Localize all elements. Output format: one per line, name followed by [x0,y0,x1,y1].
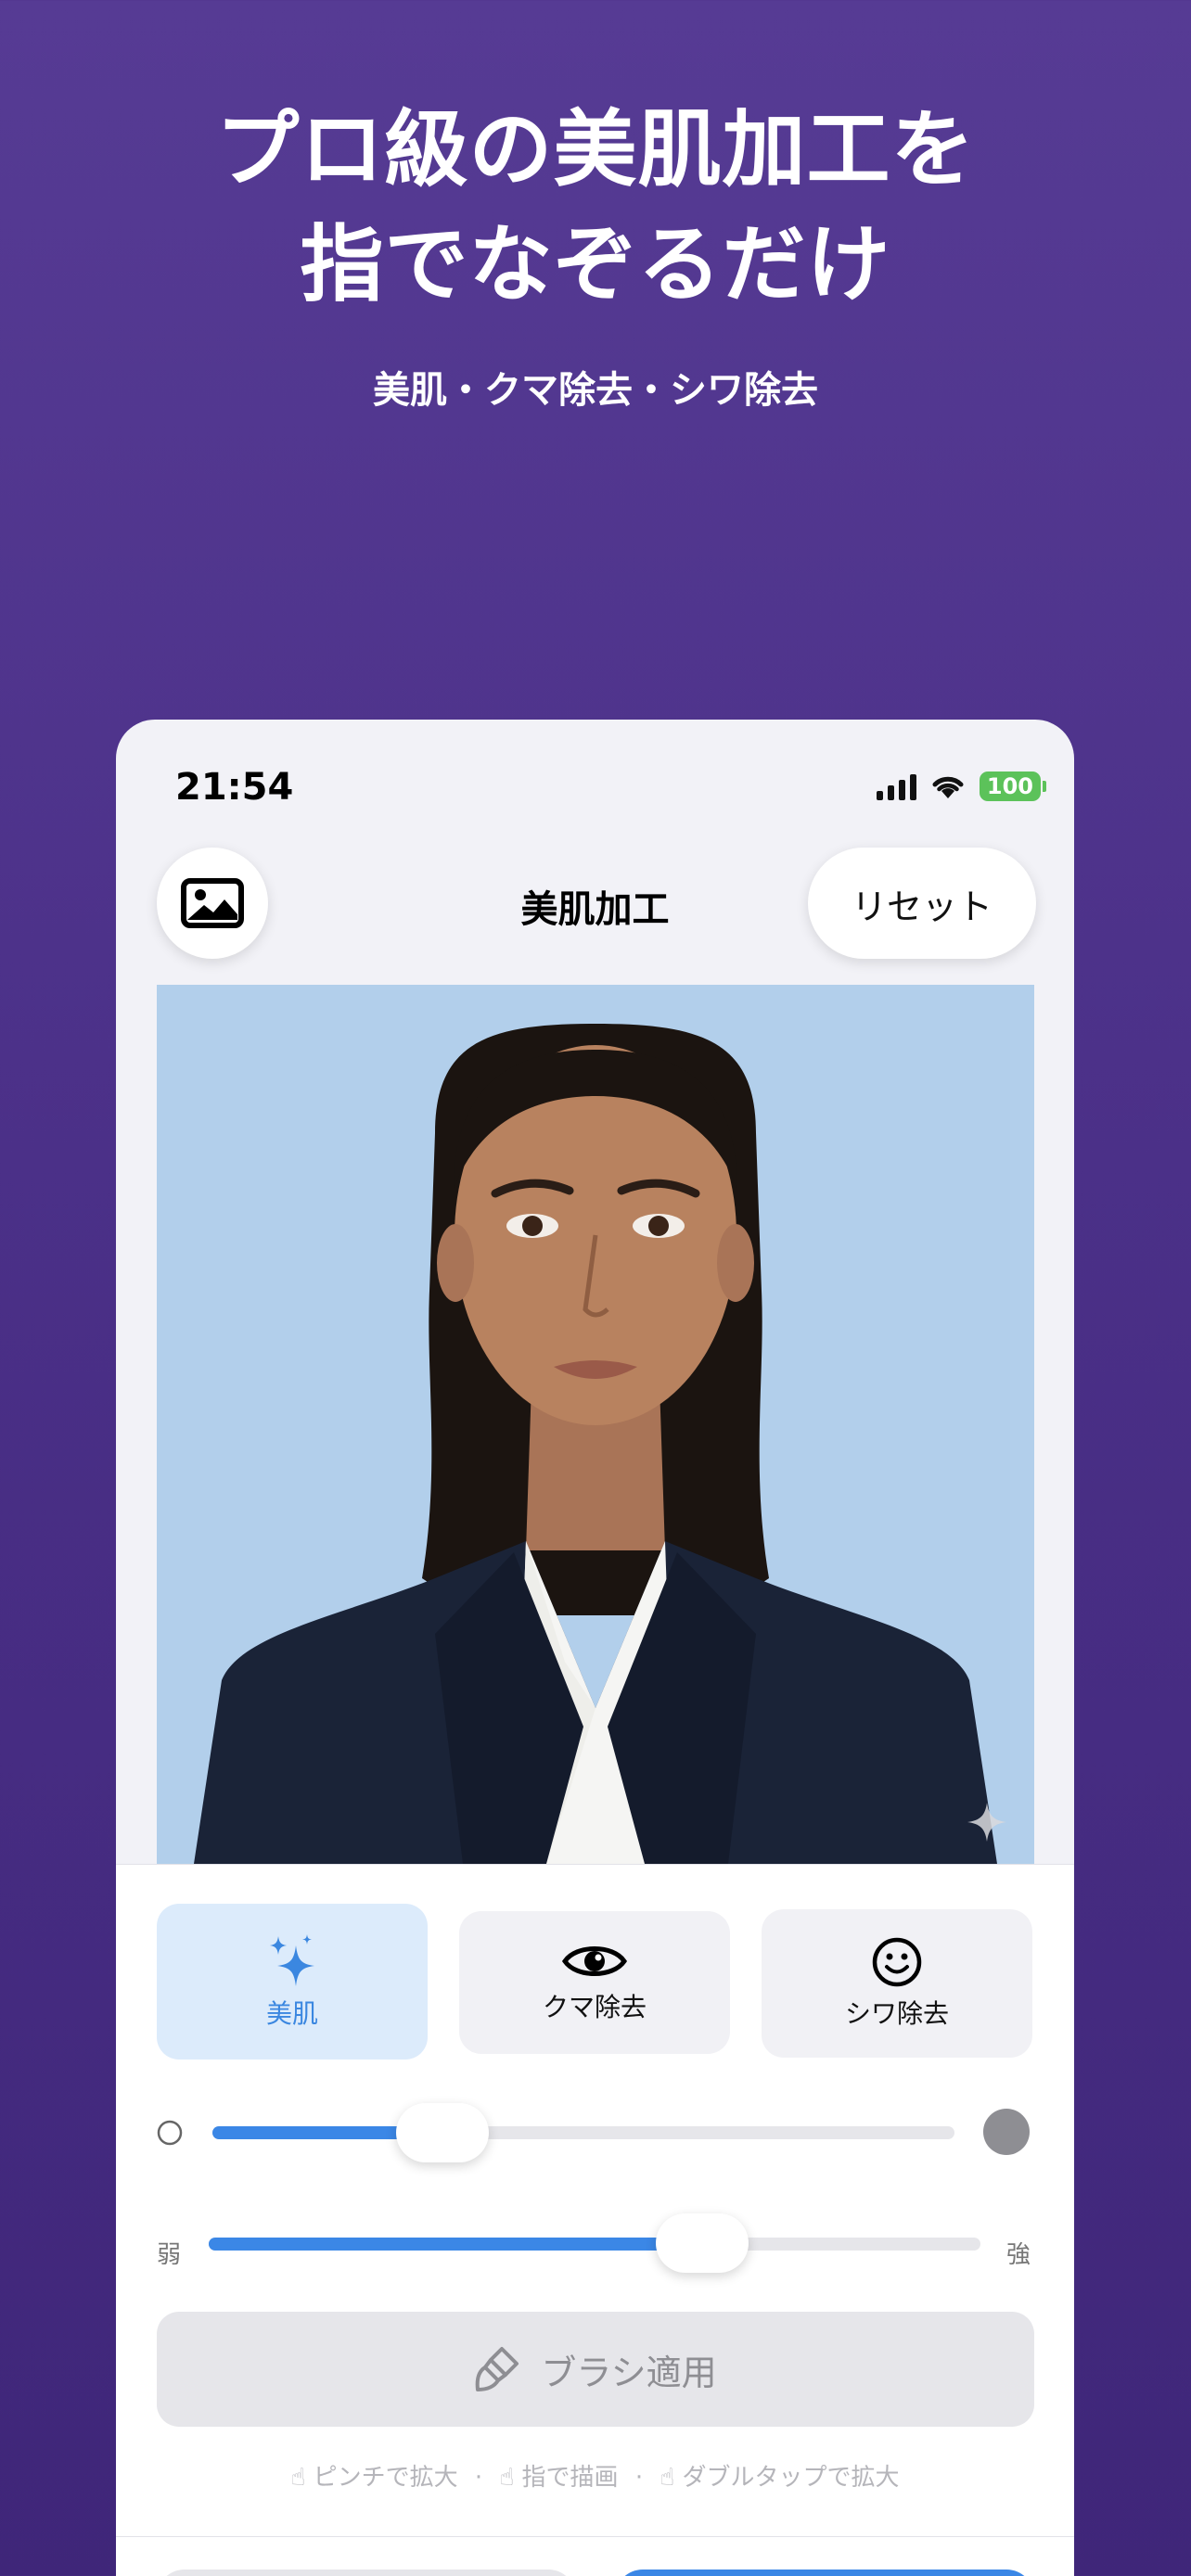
strength-slider[interactable] [209,2238,980,2251]
brush-size-slider[interactable] [212,2126,954,2139]
strength-min-label: 弱 [157,2241,182,2269]
status-time: 21:54 [175,766,294,809]
draw-gesture-icon: ☝ [499,2464,515,2492]
smiley-icon [872,1937,922,1987]
cellular-signal-icon [876,772,916,800]
promo-subtitle: 美肌・クマ除去・シワ除去 [373,369,818,412]
secondary-action-button[interactable] [157,2570,576,2576]
status-icons: 100 [876,770,1046,803]
wifi-icon [932,776,964,798]
portrait-photo [157,985,1034,1864]
ai-sparkle-icon [967,1803,1006,1842]
hint-double-tap: ダブルタップで拡大 [682,2464,900,2492]
mode-button-wrinkle-removal[interactable]: シワ除去 [762,1909,1032,2058]
brush-size-small-icon [157,2120,183,2146]
promo-title-line2: 指でなぞるだけ [300,216,891,313]
mode-button-beauty-skin[interactable]: 美肌 [157,1904,428,2060]
pinch-gesture-icon: ☝ [290,2464,306,2492]
photo-canvas[interactable] [157,985,1034,1864]
primary-action-button[interactable] [615,2570,1034,2576]
hint-pinch: ピンチで拡大 [313,2464,458,2492]
hint-draw: 指で描画 [521,2464,619,2492]
strength-max-label: 強 [1006,2241,1031,2269]
promo-title: プロ級の美肌加工を 指でなぞるだけ [0,93,1191,323]
reset-button[interactable]: リセット [808,848,1036,959]
apply-brush-label: ブラシ適用 [541,2352,717,2393]
tool-panel: 美肌 クマ除去 シワ除去 弱 強 ブラシ適用 ☝ ピンチで拡大 · ☝ 指で描画… [116,1864,1074,2576]
eye-icon [561,1946,628,1976]
panel-divider [116,2536,1074,2537]
promo-title-line1: プロ級の美肌加工を [215,101,976,198]
brush-size-slider-thumb[interactable] [396,2103,489,2162]
apply-brush-button[interactable]: ブラシ適用 [157,2312,1034,2427]
mode-button-dark-circle-removal[interactable]: クマ除去 [459,1911,730,2054]
brush-size-large-icon [983,2109,1030,2155]
mode-label-beauty-skin: 美肌 [265,1998,318,2029]
strength-slider-thumb[interactable] [656,2213,749,2273]
strength-slider-fill [209,2238,703,2251]
mode-label-dark-circle-removal: クマ除去 [542,1992,647,2022]
sparkles-icon [270,1934,314,1986]
battery-cap [1043,781,1046,792]
gesture-hint: ☝ ピンチで拡大 · ☝ 指で描画 · ☝ ダブルタップで拡大 [116,2458,1074,2493]
paintbrush-icon [476,2347,519,2391]
double-tap-gesture-icon: ☝ [660,2464,675,2492]
mode-label-wrinkle-removal: シワ除去 [844,1998,949,2029]
hint-separator: · [634,2464,644,2492]
hint-separator: · [474,2464,483,2492]
battery-indicator: 100 [979,772,1041,801]
phone-screen: 21:54 100 美肌加工 リセット 美肌 クマ除去 シワ除去 弱 強 ブラシ… [116,720,1074,2576]
